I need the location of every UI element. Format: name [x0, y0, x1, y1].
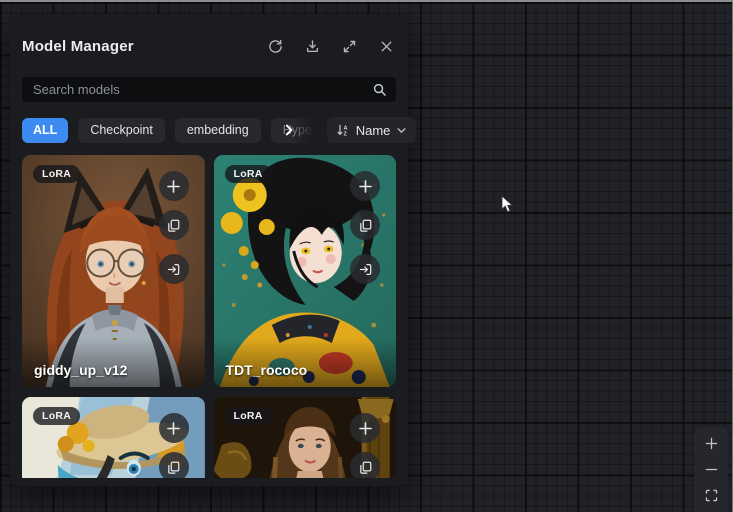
copy-icon — [358, 460, 373, 475]
refresh-button[interactable] — [267, 38, 283, 54]
mouse-cursor — [501, 195, 514, 213]
copy-model-button[interactable] — [159, 210, 189, 240]
card-actions — [350, 171, 380, 284]
model-card-partial-1[interactable]: LoRA — [22, 397, 205, 478]
card-actions — [159, 171, 189, 284]
filter-tab-checkpoint[interactable]: Checkpoint — [78, 118, 165, 143]
add-to-workflow-button[interactable] — [350, 171, 380, 201]
close-icon — [379, 39, 394, 54]
fit-view-button[interactable] — [697, 482, 725, 508]
zoom-out-button[interactable] — [697, 456, 725, 482]
filter-tab-all[interactable]: ALL — [22, 118, 68, 143]
plus-icon — [357, 420, 374, 437]
sort-dropdown[interactable]: A Z Name — [327, 117, 417, 143]
plus-icon — [165, 420, 182, 437]
expand-button[interactable] — [341, 38, 357, 54]
model-grid: LoRA giddy_up_v12 — [22, 155, 396, 478]
load-workflow-button[interactable] — [159, 254, 189, 284]
plus-icon — [165, 178, 182, 195]
copy-model-button[interactable] — [159, 452, 189, 478]
model-type-badge: LoRA — [33, 407, 80, 425]
fit-view-icon — [704, 488, 719, 503]
minus-icon — [704, 462, 719, 477]
plus-icon — [357, 178, 374, 195]
model-card-tdt-rococo[interactable]: LoRA TDT_rococo — [214, 155, 397, 387]
sort-label: Name — [356, 123, 391, 138]
model-type-badge: LoRA — [33, 165, 80, 183]
expand-icon — [342, 39, 357, 54]
svg-text:A: A — [343, 125, 347, 131]
svg-text:Z: Z — [343, 132, 347, 137]
load-workflow-button[interactable] — [350, 254, 380, 284]
model-manager-panel: Model Manager — [10, 14, 408, 486]
panel-header: Model Manager — [22, 34, 396, 58]
model-card-partial-2[interactable]: LoRA — [214, 397, 397, 478]
panel-title: Model Manager — [22, 38, 134, 55]
refresh-icon — [268, 39, 283, 54]
add-to-workflow-button[interactable] — [159, 171, 189, 201]
chevron-right-icon — [282, 123, 296, 137]
model-type-badge: LoRA — [225, 165, 272, 183]
chevron-down-icon — [396, 125, 407, 136]
close-button[interactable] — [378, 38, 394, 54]
model-name: giddy_up_v12 — [22, 338, 205, 387]
model-name: TDT_rococo — [214, 338, 397, 387]
import-icon — [358, 262, 373, 277]
import-icon — [166, 262, 181, 277]
copy-model-button[interactable] — [350, 210, 380, 240]
filter-scroll-right-button[interactable] — [280, 121, 298, 139]
model-list-viewport[interactable]: LoRA giddy_up_v12 — [22, 155, 396, 478]
filter-tabs: ALL Checkpoint embedding Hype A Z Name — [22, 117, 396, 143]
search-bar — [22, 77, 396, 102]
plus-icon — [704, 436, 719, 451]
add-to-workflow-button[interactable] — [350, 413, 380, 443]
canvas-zoom-toolbar — [694, 427, 728, 512]
card-actions — [159, 413, 189, 478]
canvas-background[interactable]: Model Manager — [0, 0, 733, 512]
search-icon — [372, 82, 387, 97]
card-actions — [350, 413, 380, 478]
download-icon — [305, 39, 320, 54]
copy-icon — [166, 218, 181, 233]
copy-model-button[interactable] — [350, 452, 380, 478]
header-actions — [267, 38, 394, 54]
model-type-badge: LoRA — [225, 407, 272, 425]
copy-icon — [166, 460, 181, 475]
download-button[interactable] — [304, 38, 320, 54]
zoom-in-button[interactable] — [697, 430, 725, 456]
add-to-workflow-button[interactable] — [159, 413, 189, 443]
model-card-giddy-up-v12[interactable]: LoRA giddy_up_v12 — [22, 155, 205, 387]
search-input[interactable] — [31, 81, 372, 98]
copy-icon — [358, 218, 373, 233]
sort-alpha-icon: A Z — [336, 123, 350, 137]
filter-tab-embedding[interactable]: embedding — [175, 118, 261, 143]
